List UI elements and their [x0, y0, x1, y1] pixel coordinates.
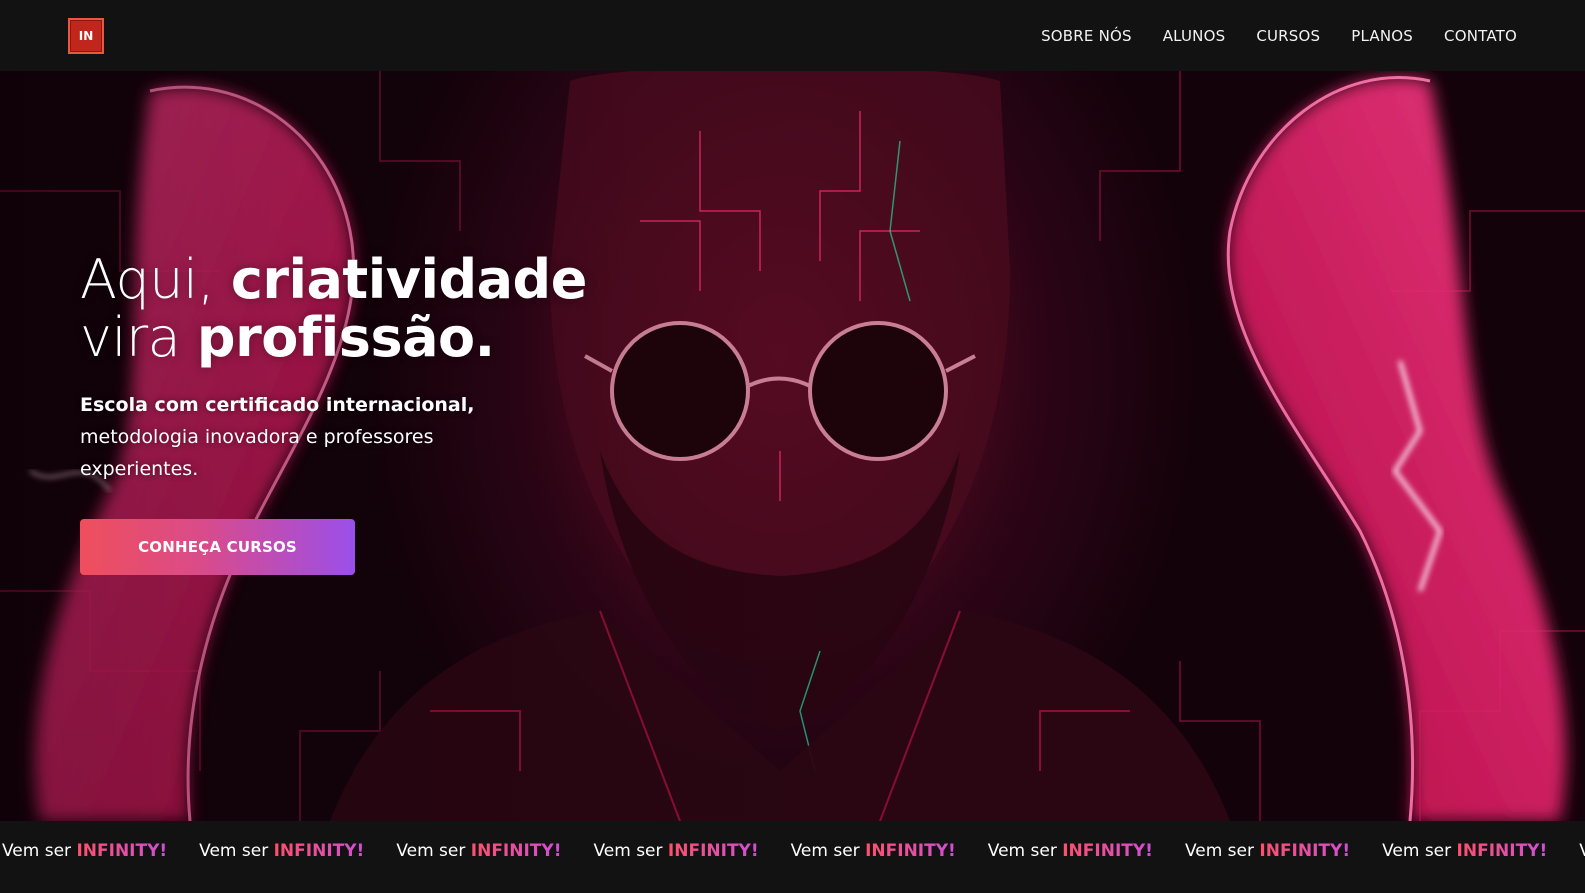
marquee-prefix: Vem ser — [396, 841, 471, 861]
landing-page: IN SOBRE NÓS ALUNOS CURSOS PLANOS CONTAT… — [0, 0, 1585, 893]
marquee-prefix: Vem ser — [1184, 841, 1260, 861]
marquee-brand: INFINITY! — [667, 841, 759, 861]
main-nav: SOBRE NÓS ALUNOS CURSOS PLANOS CONTATO — [1010, 27, 1517, 45]
marquee-prefix: Vem ser — [1382, 841, 1457, 861]
conheca-cursos-button[interactable]: CONHEÇA CURSOS — [80, 519, 355, 575]
marquee-item: Vem ser INFINITY! — [1185, 841, 1350, 861]
marquee-strip: Vem ser INFINITY! Vem ser INFINITY! Vem se… — [0, 821, 1585, 893]
subtext-rest: metodologia inovadora e professores expe… — [80, 426, 434, 480]
nav-link-alunos[interactable]: ALUNOS — [1163, 27, 1226, 45]
marquee-item: Vem ser INFINITY! — [1579, 841, 1585, 861]
hero-content: Aqui, criatividade vira profissão. Escol… — [80, 251, 680, 575]
nav-link-planos[interactable]: PLANOS — [1351, 27, 1413, 45]
hero-headline: Aqui, criatividade vira profissão. — [80, 251, 680, 367]
marquee-item: Vem ser INFINITY! — [988, 841, 1153, 861]
headline-line1-bold: criatividade — [230, 248, 588, 311]
marquee-brand: INFINITY! — [1456, 841, 1548, 861]
marquee-item: Vem ser INFINITY! — [2, 841, 167, 861]
marquee-prefix: Vem ser — [2, 841, 77, 861]
marquee-prefix: Vem ser — [199, 841, 274, 861]
site-header: IN SOBRE NÓS ALUNOS CURSOS PLANOS CONTAT… — [0, 0, 1585, 71]
nav-link-contato[interactable]: CONTATO — [1444, 27, 1517, 45]
marquee-brand: INFINITY! — [1062, 841, 1153, 861]
headline-line2-bold: profissão. — [196, 306, 495, 369]
marquee-item: Vem ser INFINITY! — [1382, 841, 1547, 861]
marquee-item: Vem ser INFINITY! — [396, 841, 561, 861]
marquee-prefix: Vem ser — [987, 841, 1063, 861]
site-logo[interactable]: IN — [68, 17, 104, 54]
marquee-brand: INFINITY! — [273, 841, 365, 861]
headline-line1-light: Aqui, — [80, 248, 231, 311]
nav-link-cursos[interactable]: CURSOS — [1256, 27, 1320, 45]
marquee-item: Vem ser INFINITY! — [593, 841, 758, 861]
marquee-prefix: Vem ser — [790, 841, 866, 861]
headline-line2-light: vira — [80, 306, 197, 369]
marquee-prefix: Vem ser — [593, 841, 668, 861]
marquee-brand: INFINITY! — [865, 841, 956, 861]
hero-subtext: Escola com certificado internacional, me… — [80, 389, 500, 485]
marquee-item: Vem ser INFINITY! — [791, 841, 956, 861]
subtext-bold: Escola com certificado internacional, — [80, 394, 475, 416]
marquee-brand: INFINITY! — [76, 841, 168, 861]
marquee-brand: INFINITY! — [470, 841, 562, 861]
nav-link-sobre-nos[interactable]: SOBRE NÓS — [1041, 27, 1132, 45]
marquee-brand: INFINITY! — [1259, 841, 1351, 861]
marquee-prefix: Vem ser — [1579, 841, 1585, 861]
marquee-track: Vem ser INFINITY! Vem ser INFINITY! Vem se… — [2, 841, 1585, 861]
marquee-item: Vem ser INFINITY! — [199, 841, 364, 861]
hero-section: Aqui, criatividade vira profissão. Escol… — [0, 71, 1585, 821]
logo-text: IN — [78, 28, 94, 43]
